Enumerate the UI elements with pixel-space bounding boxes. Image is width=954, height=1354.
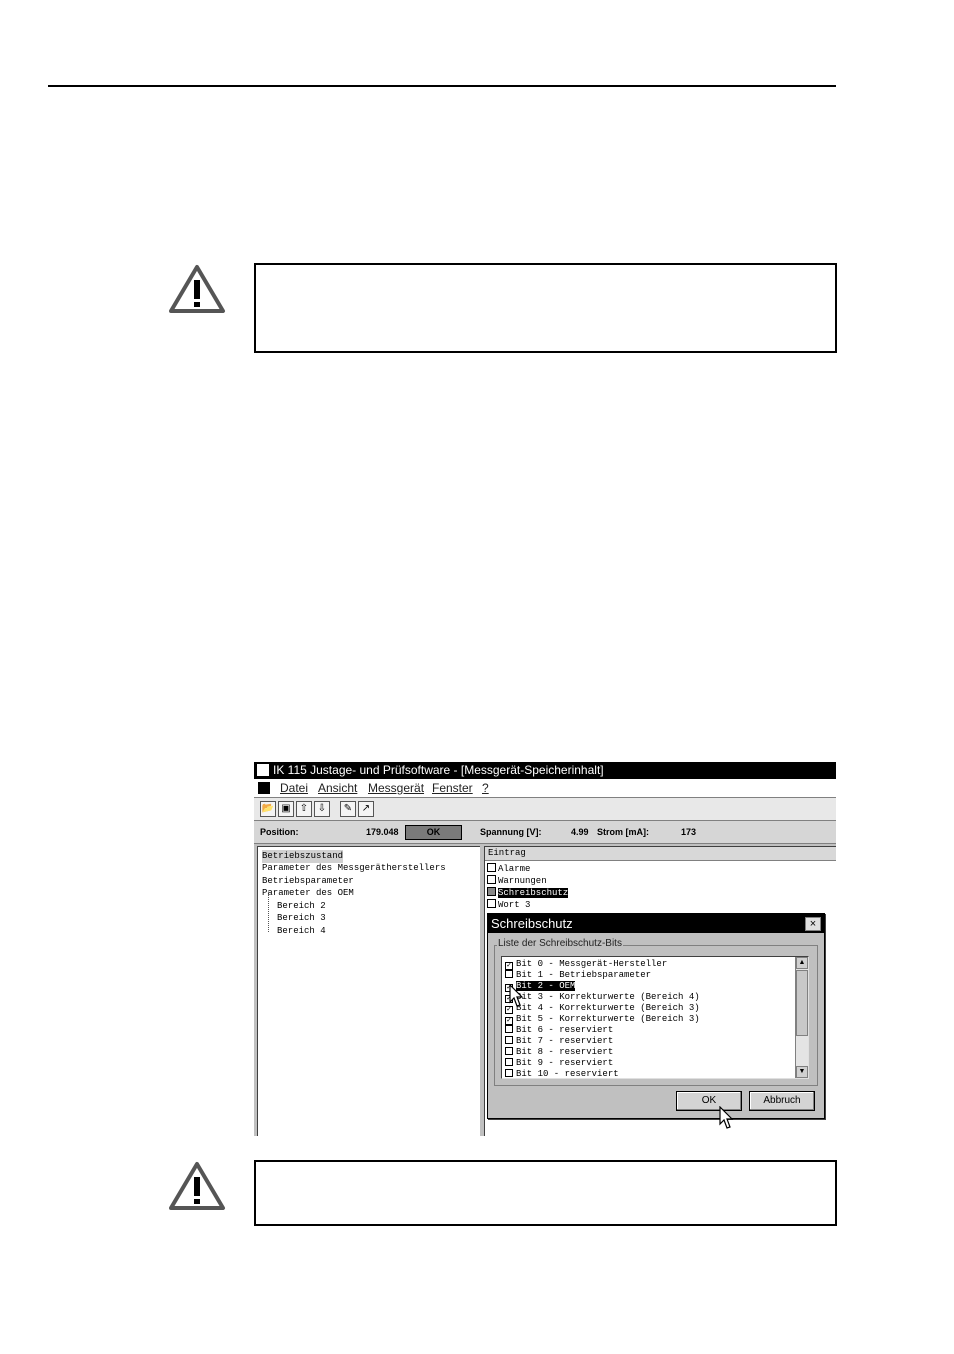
entry-header-label: Eintrag: [488, 848, 526, 858]
bit-label: Bit 9 - reserviert: [516, 1058, 614, 1068]
bit-label: Bit 6 - reserviert: [516, 1025, 614, 1035]
strom-label: Strom [mA]:: [597, 827, 649, 837]
bit-label: Bit 3 - Korrekturwerte (Bereich 4): [516, 992, 700, 1002]
bit-checkbox[interactable]: ✓: [505, 1017, 513, 1025]
strom-value: 173: [681, 827, 697, 837]
entry-icon: [487, 899, 496, 908]
entry-header: Eintrag: [485, 847, 836, 861]
bit-checkbox[interactable]: [505, 1069, 513, 1077]
cursor-icon: [509, 984, 524, 1007]
dialog-title: Schreibschutz: [491, 916, 573, 931]
bit-row[interactable]: Bit 8 - reserviert: [505, 1047, 613, 1058]
entry-item[interactable]: Alarme: [487, 863, 530, 875]
bit-label: Bit 1 - Betriebsparameter: [516, 970, 652, 980]
bit-checkbox[interactable]: [505, 1058, 513, 1066]
bit-row[interactable]: ✓ Bit 4 - Korrekturwerte (Bereich 3): [505, 1003, 700, 1014]
upload-icon[interactable]: ⇧: [296, 801, 312, 817]
entry-label: Schreibschutz: [498, 888, 569, 898]
warning-icon: [169, 265, 225, 313]
entry-item[interactable]: Schreibschutz: [487, 887, 569, 899]
entry-item[interactable]: Warnungen: [487, 875, 547, 887]
bit-label: Bit 4 - Korrekturwerte (Bereich 3): [516, 1003, 700, 1013]
warning-note-box: [254, 263, 837, 353]
status-ok-indicator: OK: [405, 825, 462, 840]
bit-row[interactable]: Bit 7 - reserviert: [505, 1036, 613, 1047]
scroll-up-icon[interactable]: ▲: [796, 957, 808, 969]
open-icon[interactable]: 📂: [260, 801, 276, 817]
window-titlebar: IK 115 Justage- und Prüfsoftware - [Mess…: [254, 762, 836, 779]
menu-help[interactable]: ?: [482, 779, 489, 797]
bit-row[interactable]: Bit 1 - Betriebsparameter: [505, 970, 651, 981]
save-icon[interactable]: ▣: [278, 801, 294, 817]
download-icon[interactable]: ⇩: [314, 801, 330, 817]
window-title: IK 115 Justage- und Prüfsoftware - [Mess…: [273, 763, 604, 777]
bit-label: Bit 5 - Korrekturwerte (Bereich 3): [516, 1014, 700, 1024]
document-icon[interactable]: [258, 782, 270, 794]
entry-label: Warnungen: [498, 876, 547, 886]
tree-connector: [268, 895, 270, 932]
entry-icon: [487, 887, 496, 896]
scroll-thumb[interactable]: [796, 970, 808, 1036]
memory-tree: Betriebszustand Parameter des Messgeräth…: [257, 846, 480, 1136]
tree-subitem[interactable]: Bereich 3: [277, 912, 326, 925]
menu-fenster[interactable]: Fenster: [432, 779, 473, 797]
entry-icon: [487, 875, 496, 884]
bits-group: Liste der Schreibschutz-Bits Bit 10 - re…: [494, 938, 818, 1086]
bit-checkbox[interactable]: [505, 1047, 513, 1055]
bit-checkbox[interactable]: [505, 1025, 513, 1033]
toolbar: 📂 ▣ ⇧ ⇩ ✎ ↗: [254, 798, 836, 821]
spannung-value: 4.99: [571, 827, 589, 837]
bit-label: Bit 8 - reserviert: [516, 1047, 614, 1057]
bit-label: Bit 0 - Messgerät-Hersteller: [516, 959, 668, 969]
bits-group-label: Liste der Schreibschutz-Bits: [497, 938, 623, 949]
bit-checkbox[interactable]: [505, 970, 513, 978]
header-rule: [48, 85, 836, 87]
position-label: Position:: [260, 827, 299, 837]
list-scrollbar[interactable]: ▲ ▼: [795, 957, 808, 1078]
tree-item[interactable]: Betriebszustand: [262, 850, 344, 863]
edit-icon[interactable]: ✎: [340, 801, 356, 817]
dialog-titlebar: Schreibschutz ×: [488, 914, 824, 933]
entry-label: Wort 3: [498, 900, 531, 910]
bits-list[interactable]: Bit 10 - reserviert Bit 9 - reserviert Bit…: [501, 956, 809, 1079]
menubar: Datei Ansicht Messgerät Fenster ?: [254, 779, 836, 798]
tree-subitem[interactable]: Bereich 4: [277, 925, 326, 938]
menu-datei[interactable]: Datei: [280, 779, 308, 797]
cursor-icon: [719, 1106, 734, 1129]
status-bar: Position: 179.048 OK Spannung [V]: 4.99 …: [254, 821, 836, 844]
warning-icon: [169, 1162, 225, 1210]
warning-note-box: [254, 1160, 837, 1226]
tree-item[interactable]: Parameter des OEM: [262, 887, 354, 900]
bit-row[interactable]: ✓ Bit 5 - Korrekturwerte (Bereich 3): [505, 1014, 700, 1025]
app-icon: [257, 764, 269, 776]
menu-messgeraet[interactable]: Messgerät: [368, 779, 424, 797]
bit-checkbox[interactable]: ✓: [505, 962, 513, 970]
bit-label: Bit 10 - reserviert: [516, 1069, 619, 1079]
bit-row[interactable]: Bit 10 - reserviert: [505, 1069, 619, 1079]
bit-row[interactable]: Bit 6 - reserviert: [505, 1025, 613, 1036]
bit-checkbox[interactable]: [505, 1036, 513, 1044]
bit-row[interactable]: Bit 9 - reserviert: [505, 1058, 613, 1069]
entry-item[interactable]: Wort 3: [487, 899, 530, 911]
measure-icon[interactable]: ↗: [358, 801, 374, 817]
bit-row[interactable]: ✓ Bit 3 - Korrekturwerte (Bereich 4): [505, 992, 700, 1003]
scroll-down-icon[interactable]: ▼: [796, 1066, 808, 1078]
entry-label: Alarme: [498, 864, 531, 874]
tree-subitem[interactable]: Bereich 2: [277, 900, 326, 913]
cancel-button[interactable]: Abbruch: [749, 1091, 815, 1111]
menu-ansicht[interactable]: Ansicht: [318, 779, 357, 797]
schreibschutz-dialog: Schreibschutz × Liste der Schreibschutz-…: [487, 913, 825, 1119]
bit-label: Bit 7 - reserviert: [516, 1036, 614, 1046]
close-icon[interactable]: ×: [805, 917, 821, 931]
entry-icon: [487, 863, 496, 872]
tree-item[interactable]: Parameter des Messgerätherstellers: [262, 862, 446, 875]
bit-row[interactable]: ✓ Bit 0 - Messgerät-Hersteller: [505, 959, 667, 970]
tree-item[interactable]: Betriebsparameter: [262, 875, 354, 888]
position-value: 179.048: [366, 827, 399, 837]
spannung-label: Spannung [V]:: [480, 827, 542, 837]
